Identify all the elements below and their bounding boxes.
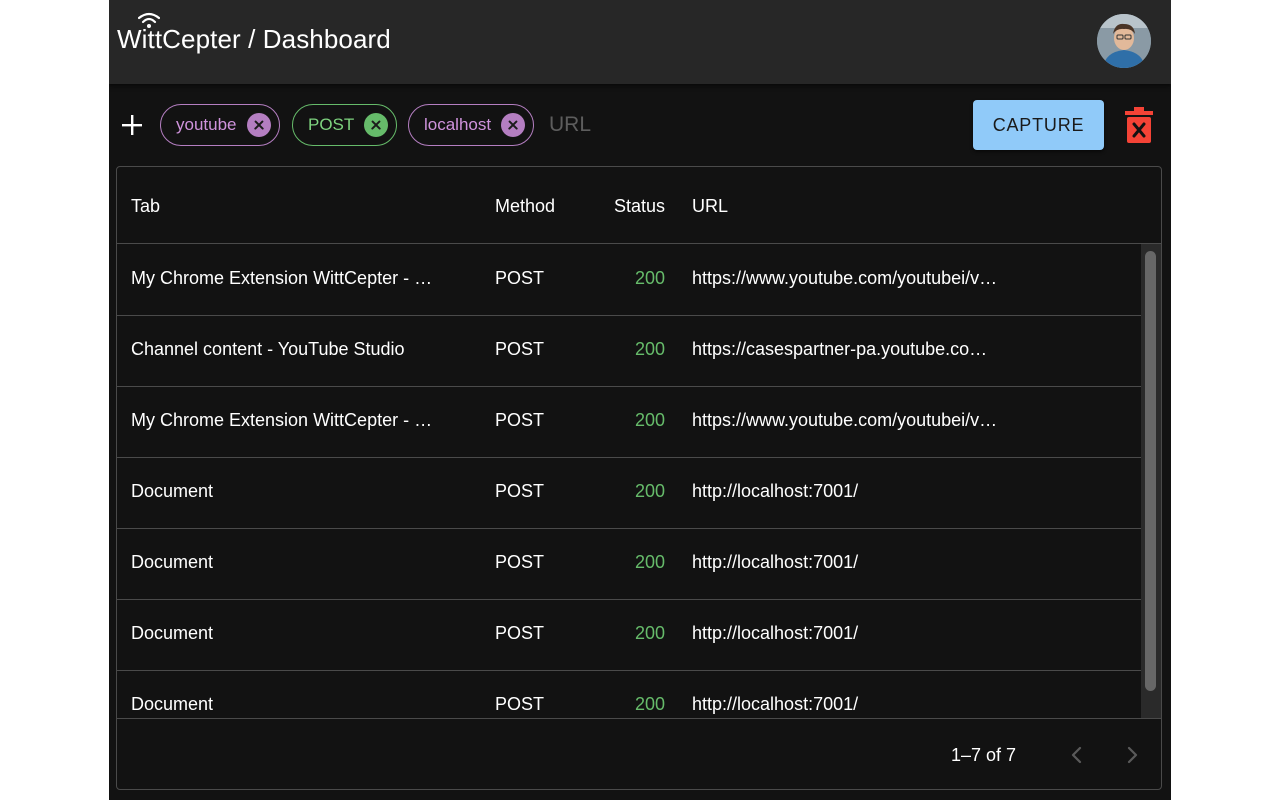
cell-method: POST (495, 410, 545, 430)
cell-method: POST (495, 481, 545, 501)
vertical-scrollbar[interactable] (1141, 244, 1161, 718)
remove-chip-icon[interactable] (246, 113, 271, 137)
cell-status: 200 (634, 694, 665, 714)
remove-chip-icon[interactable] (364, 113, 389, 137)
filter-chip-post[interactable]: POST (292, 104, 398, 146)
table-row[interactable]: Document POST 200 http://localhost:7001/ (117, 599, 1141, 671)
table-row[interactable]: My Chrome Extension WittCepter - … POST … (117, 244, 1141, 316)
column-header-url[interactable]: URL (692, 196, 728, 217)
cell-method: POST (495, 339, 545, 359)
table-body: My Chrome Extension WittCepter - … POST … (117, 244, 1161, 718)
column-header-status[interactable]: Status (587, 196, 665, 217)
table-row[interactable]: My Chrome Extension WittCepter - … POST … (117, 386, 1141, 458)
cell-method: POST (495, 552, 545, 572)
cell-url: http://localhost:7001/ (692, 552, 859, 572)
cell-url: https://www.youtube.com/youtubei/v… (692, 410, 998, 430)
cell-tab: Document (131, 623, 214, 643)
filter-chip-youtube[interactable]: youtube (160, 104, 280, 146)
cell-method: POST (495, 694, 545, 714)
cell-url: http://localhost:7001/ (692, 694, 859, 714)
trash-icon[interactable] (1124, 106, 1154, 144)
chevron-left-icon[interactable] (1065, 743, 1089, 767)
filter-chip-label: youtube (176, 115, 237, 134)
table-row[interactable]: Document POST 200 http://localhost:7001/ (117, 528, 1141, 600)
scrollbar-thumb[interactable] (1145, 251, 1156, 691)
app-window: WittCepter / Dashboard youtube POST loca… (109, 0, 1171, 800)
chevron-right-icon[interactable] (1120, 743, 1144, 767)
cell-tab: My Chrome Extension WittCepter - … (131, 410, 433, 430)
avatar[interactable] (1097, 14, 1151, 68)
table-footer: 1–7 of 7 (117, 718, 1161, 789)
column-header-tab[interactable]: Tab (131, 196, 160, 217)
cell-tab: Document (131, 481, 214, 501)
requests-table: Tab Method Status URL My Chrome Extensio… (116, 166, 1162, 790)
user-avatar-image (1097, 14, 1151, 68)
plus-icon[interactable] (119, 112, 145, 138)
cell-tab: Channel content - YouTube Studio (131, 339, 405, 359)
table-row[interactable]: Document POST 200 http://localhost:7001/ (117, 457, 1141, 529)
filter-chip-label: POST (308, 115, 355, 134)
cell-url: https://casespartner-pa.youtube.co… (692, 339, 988, 359)
page-title: WittCepter / Dashboard (117, 24, 391, 54)
cell-status: 200 (634, 623, 665, 643)
cell-status: 200 (634, 339, 665, 359)
cell-url: http://localhost:7001/ (692, 623, 859, 643)
table-row[interactable]: Channel content - YouTube Studio POST 20… (117, 315, 1141, 387)
filter-chip-localhost[interactable]: localhost (408, 104, 535, 146)
remove-chip-icon[interactable] (501, 113, 526, 137)
cell-status: 200 (634, 552, 665, 572)
url-filter-input[interactable] (549, 110, 749, 140)
app-bar: WittCepter / Dashboard (109, 0, 1171, 84)
table-header: Tab Method Status URL (117, 167, 1161, 244)
capture-button[interactable]: CAPTURE (973, 100, 1104, 150)
filter-toolbar: youtube POST localhost CAPTURE (109, 96, 1171, 156)
cell-status: 200 (634, 481, 665, 501)
cell-method: POST (495, 268, 545, 288)
cell-status: 200 (634, 268, 665, 288)
cell-tab: My Chrome Extension WittCepter - … (131, 268, 433, 288)
cell-url: https://www.youtube.com/youtubei/v… (692, 268, 998, 288)
table-row[interactable]: Document POST 200 http://localhost:7001/ (117, 670, 1141, 718)
cell-tab: Document (131, 694, 214, 714)
pagination-range: 1–7 of 7 (951, 745, 1017, 765)
filter-chip-label: localhost (424, 115, 492, 134)
cell-status: 200 (634, 410, 665, 430)
cell-url: http://localhost:7001/ (692, 481, 859, 501)
cell-tab: Document (131, 552, 214, 572)
cell-method: POST (495, 623, 545, 643)
column-header-method[interactable]: Method (495, 196, 555, 217)
